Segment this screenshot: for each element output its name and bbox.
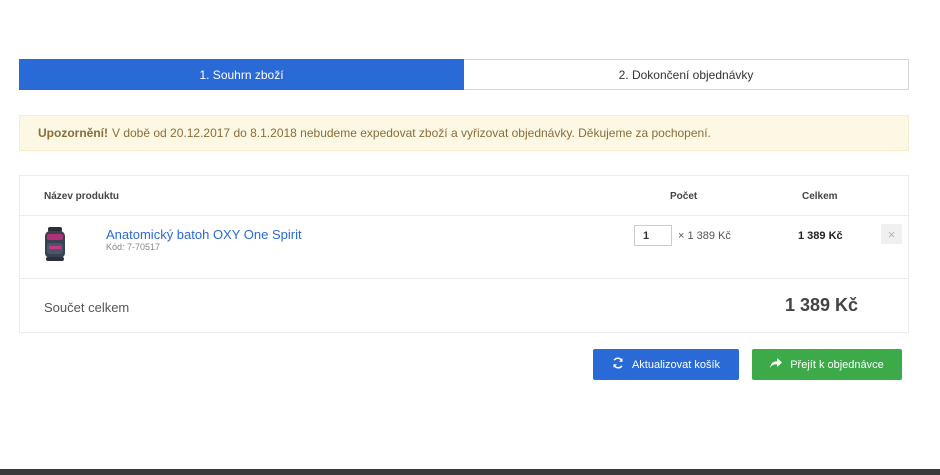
shipping-warning-alert: Upozornění! V době od 20.12.2017 do 8.1.… (19, 115, 909, 151)
cart-table: Název produktu Počet Celkem Anatomický b… (19, 175, 909, 333)
product-code: Kód: 7-70517 (106, 242, 161, 252)
quantity-input[interactable] (634, 225, 672, 246)
cart-table-header: Název produktu Počet Celkem (20, 176, 908, 216)
product-thumbnail[interactable] (44, 227, 66, 262)
update-cart-label: Aktualizovat košík (631, 358, 721, 371)
summary-label: Součet celkem (44, 300, 130, 315)
cart-summary: Součet celkem 1 389 Kč (20, 279, 908, 334)
product-name-link[interactable]: Anatomický batoh OXY One Spirit (106, 227, 302, 242)
checkout-steps: 1. Souhrn zboží 2. Dokončení objednávky (19, 59, 909, 90)
close-icon: × (887, 226, 896, 242)
header-quantity: Počet (670, 191, 698, 202)
share-arrow-icon (770, 357, 783, 372)
step-cart-summary[interactable]: 1. Souhrn zboží (19, 59, 464, 90)
unit-price: × 1 389 Kč (678, 230, 731, 242)
proceed-to-order-button[interactable]: Přejít k objednávce (752, 349, 902, 380)
alert-text: V době od 20.12.2017 do 8.1.2018 nebudem… (112, 126, 711, 140)
alert-title: Upozornění! (38, 126, 108, 140)
footer-bar (0, 469, 940, 475)
update-cart-button[interactable]: Aktualizovat košík (593, 349, 739, 380)
summary-value: 1 389 Kč (785, 295, 859, 315)
table-row: Anatomický batoh OXY One Spirit Kód: 7-7… (20, 216, 908, 279)
row-total: 1 389 Kč (798, 230, 843, 242)
header-product-name: Název produktu (44, 191, 120, 202)
remove-item-button[interactable]: × (881, 224, 902, 244)
refresh-icon (612, 357, 624, 372)
step-order-completion[interactable]: 2. Dokončení objednávky (464, 59, 909, 90)
header-total: Celkem (802, 191, 838, 202)
proceed-to-order-label: Přejít k objednávce (790, 358, 884, 371)
